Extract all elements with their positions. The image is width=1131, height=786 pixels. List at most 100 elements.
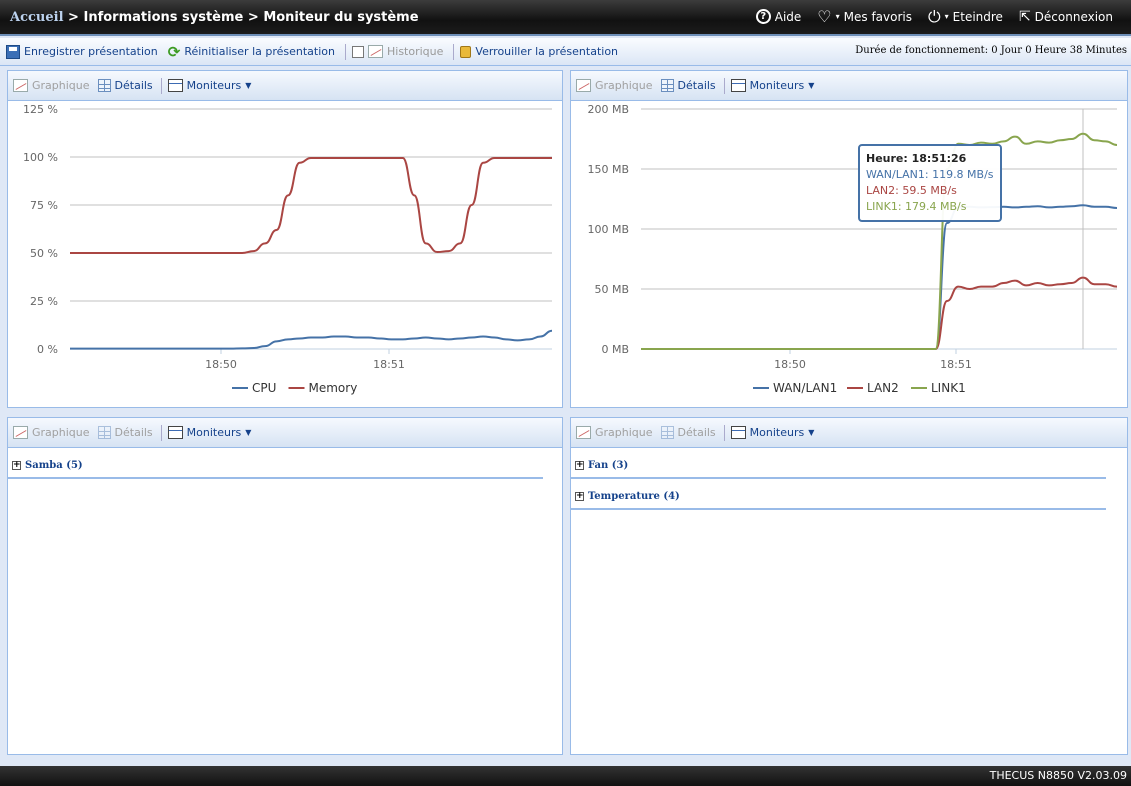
save-icon <box>6 44 20 59</box>
grid-icon <box>660 426 674 439</box>
legend-item[interactable]: LAN2 <box>867 381 899 395</box>
grid-icon <box>97 79 111 92</box>
favorites-label: Mes favoris <box>843 9 912 24</box>
graph-button[interactable]: Graphique <box>13 426 90 439</box>
chevron-down-icon: ▾ <box>835 12 840 21</box>
expand-icon[interactable]: + <box>12 461 21 470</box>
tree-node-label: Samba (5) <box>25 460 83 471</box>
tooltip-line: LINK1: 179.4 MB/s <box>866 200 967 213</box>
details-button[interactable]: Détails <box>660 426 716 439</box>
series-line-cpu <box>69 329 553 350</box>
graph-label: Graphique <box>32 426 90 439</box>
tooltip-line: WAN/LAN1: 119.8 MB/s <box>866 168 994 181</box>
save-layout-button[interactable]: Enregistrer présentation <box>6 44 158 59</box>
history-label: Historique <box>387 45 444 58</box>
help-button[interactable]: ? Aide <box>755 9 801 24</box>
logout-icon: ⇱ <box>1018 8 1031 25</box>
y-tick-label: 0 % <box>37 343 58 356</box>
chart-icon <box>576 79 591 92</box>
checkbox-icon[interactable] <box>352 45 364 58</box>
logout-button[interactable]: ⇱ Déconnexion <box>1019 9 1113 24</box>
graph-button[interactable]: Graphique <box>576 79 653 92</box>
monitors-dropdown[interactable]: Moniteurs ▼ <box>167 426 252 439</box>
chart-icon <box>13 79 28 92</box>
expand-icon[interactable]: + <box>575 492 584 501</box>
details-label: Détails <box>114 426 153 439</box>
monitors-dropdown[interactable]: Moniteurs ▼ <box>730 79 814 92</box>
samba-tree: + Samba (5) <box>8 448 562 479</box>
cpu-memory-chart: 125 % 100 % 75 % 50 % 25 % 0 % 18:50 18:51 CPU Me… <box>23 103 553 395</box>
footer-version: THECUS N8850 V2.03.09 <box>0 766 1131 786</box>
uptime-text: Durée de fonctionnement: 0 Jour 0 Heure … <box>855 45 1127 56</box>
legend-item[interactable]: CPU <box>252 381 276 395</box>
help-icon: ? <box>755 9 771 24</box>
logout-label: Déconnexion <box>1034 9 1113 24</box>
y-tick-label: 50 % <box>30 247 58 260</box>
main-toolbar: Enregistrer présentation ⟳ Réinitialiser… <box>0 38 1131 66</box>
favorites-button[interactable]: ♡ ▾ Mes favoris <box>817 8 912 24</box>
y-tick-label: 200 MB <box>587 103 629 116</box>
monitors-dropdown[interactable]: Moniteurs ▼ <box>167 79 251 92</box>
top-nav: ? Aide ♡ ▾ Mes favoris ⏻ ▾ Eteindre ⇱ Déco… <box>755 6 1113 26</box>
panel-toolbar: Graphique Détails Moniteurs ▼ <box>8 71 562 101</box>
tooltip-title: Heure: 18:51:26 <box>866 152 967 165</box>
legend-item[interactable]: WAN/LAN1 <box>773 381 837 395</box>
graph-button[interactable]: Graphique <box>13 79 90 92</box>
legend-item[interactable]: LINK1 <box>931 381 966 395</box>
tree-node-fan[interactable]: + Fan (3) <box>571 456 1106 479</box>
x-tick-label: 18:50 <box>774 358 806 371</box>
y-tick-label: 75 % <box>30 199 58 212</box>
lock-icon <box>460 45 472 58</box>
monitor-icon <box>730 79 746 92</box>
chevron-down-icon: ▼ <box>245 428 252 437</box>
network-panel: Graphique Détails Moniteurs ▼ 200 MB 150 M… <box>570 70 1128 408</box>
x-tick-label: 18:51 <box>940 358 972 371</box>
monitor-icon <box>167 426 183 439</box>
graph-label: Graphique <box>595 426 653 439</box>
tree-node-temperature[interactable]: + Temperature (4) <box>571 487 1106 510</box>
graph-button[interactable]: Graphique <box>576 426 653 439</box>
monitors-label: Moniteurs <box>186 426 242 439</box>
details-label: Détails <box>114 79 153 92</box>
series-line-lan2 <box>641 276 1118 350</box>
monitors-label: Moniteurs <box>749 79 805 92</box>
expand-icon[interactable]: + <box>575 461 584 470</box>
power-icon: ⏻ <box>927 6 941 26</box>
toolbar-separator <box>345 43 346 60</box>
legend-item[interactable]: Memory <box>309 381 358 395</box>
shutdown-label: Eteindre <box>952 9 1003 24</box>
shutdown-button[interactable]: ⏻ ▾ Eteindre <box>927 6 1003 26</box>
monitor-icon <box>167 79 183 92</box>
details-label: Détails <box>677 79 716 92</box>
y-tick-label: 0 MB <box>601 343 629 356</box>
save-layout-label: Enregistrer présentation <box>24 45 158 58</box>
lock-layout-button[interactable]: Verrouiller la présentation <box>460 45 618 58</box>
graph-label: Graphique <box>32 79 90 92</box>
monitors-dropdown[interactable]: Moniteurs ▼ <box>730 426 815 439</box>
details-button[interactable]: Détails <box>660 79 716 92</box>
reset-layout-button[interactable]: ⟳ Réinitialiser la présentation <box>168 44 335 59</box>
chart-icon <box>576 426 591 439</box>
toolbar-separator <box>723 424 725 441</box>
network-chart: 200 MB 150 MB 100 MB 50 MB 0 MB 18:50 18:51 WAN… <box>587 103 1118 395</box>
details-button[interactable]: Détails <box>97 79 153 92</box>
tree-node-label: Fan (3) <box>588 460 629 471</box>
x-tick-label: 18:50 <box>205 358 237 371</box>
details-label: Détails <box>677 426 716 439</box>
x-tick-label: 18:51 <box>373 358 405 371</box>
chevron-down-icon: ▼ <box>808 428 815 437</box>
tree-node-samba[interactable]: + Samba (5) <box>8 456 543 479</box>
y-tick-label: 100 % <box>23 151 58 164</box>
y-tick-label: 150 MB <box>587 163 629 176</box>
toolbar-separator <box>160 424 162 441</box>
details-button[interactable]: Détails <box>97 426 153 439</box>
history-toggle[interactable]: Historique <box>352 45 443 58</box>
grid-icon <box>97 426 111 439</box>
toolbar-separator <box>160 77 162 94</box>
breadcrumb-separator: > <box>63 10 84 25</box>
breadcrumb-level1[interactable]: Informations système <box>83 10 243 25</box>
breadcrumb-home-link[interactable]: Accueil <box>10 10 64 25</box>
hardware-tree: + Fan (3) + Temperature (4) <box>571 448 1127 510</box>
panel-toolbar: Graphique Détails Moniteurs ▼ <box>571 418 1127 448</box>
cpu-memory-panel: Graphique Détails Moniteurs ▼ 125 % 100 % 7… <box>7 70 563 408</box>
